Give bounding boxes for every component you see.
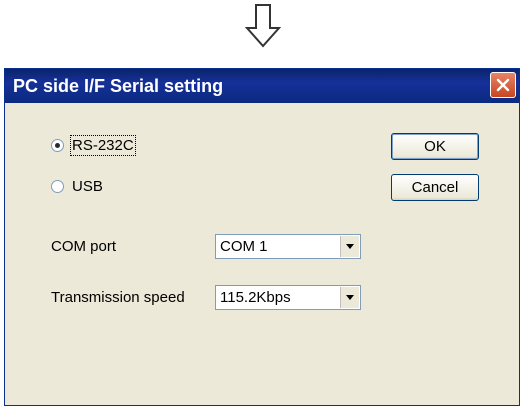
dialog-title: PC side I/F Serial setting: [13, 76, 224, 96]
rs232c-radio[interactable]: [51, 138, 64, 152]
usb-radio[interactable]: [51, 179, 64, 193]
transmission-speed-label: Transmission speed: [51, 289, 185, 306]
ok-button[interactable]: OK: [391, 133, 479, 160]
com-port-value: COM 1: [220, 238, 268, 255]
close-button[interactable]: [490, 72, 516, 98]
transmission-speed-value: 115.2Kbps: [220, 289, 291, 306]
cancel-button[interactable]: Cancel: [391, 174, 479, 201]
down-arrow-icon: [245, 4, 281, 48]
com-port-label: COM port: [51, 238, 117, 255]
serial-setting-dialog: PC side I/F Serial setting RS-232C USB O…: [4, 68, 520, 406]
com-port-select[interactable]: COM 1: [215, 234, 361, 259]
radio-option-usb[interactable]: USB: [51, 176, 103, 196]
usb-label: USB: [72, 177, 103, 195]
radio-option-rs232c[interactable]: RS-232C: [51, 134, 136, 156]
chevron-down-icon[interactable]: [340, 236, 359, 257]
chevron-down-icon[interactable]: [340, 287, 359, 308]
close-icon: [496, 78, 510, 92]
title-bar: PC side I/F Serial setting: [5, 69, 519, 103]
rs232c-label: RS-232C: [70, 134, 136, 156]
transmission-speed-select[interactable]: 115.2Kbps: [215, 285, 361, 310]
